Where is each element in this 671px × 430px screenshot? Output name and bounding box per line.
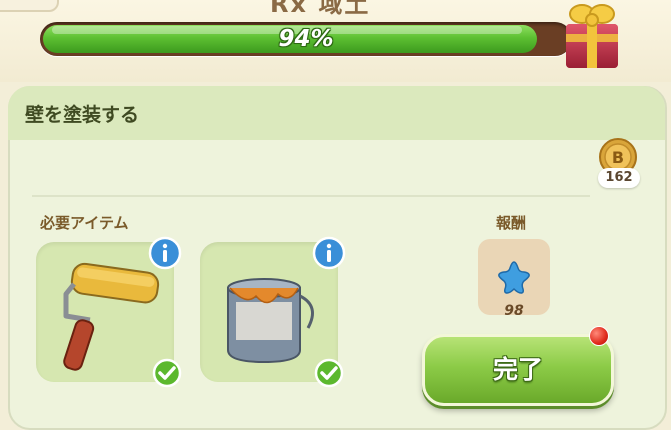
- info-icon[interactable]: [148, 236, 182, 270]
- check-icon: [314, 358, 344, 388]
- complete-button-label: 完了: [492, 355, 543, 384]
- top-tab-edge: [0, 0, 59, 12]
- progress-bar: 94%: [40, 22, 572, 56]
- coin-count: 162: [598, 168, 640, 188]
- required-items-label: 必要アイテム: [40, 214, 129, 232]
- panel-divider: [32, 195, 590, 197]
- notification-dot: [589, 326, 609, 346]
- required-item-slot[interactable]: [200, 236, 346, 388]
- info-icon[interactable]: [312, 236, 346, 270]
- gift-box-icon[interactable]: [560, 0, 624, 72]
- complete-button[interactable]: 完了: [422, 334, 614, 406]
- reward-label: 報酬: [496, 214, 527, 232]
- progress-label: 94%: [278, 26, 334, 52]
- paint-roller-icon: [63, 262, 160, 371]
- blue-star-icon: [498, 261, 530, 294]
- area-title: Rx 域土: [270, 0, 371, 18]
- task-title: 壁を塗装する: [25, 104, 140, 126]
- required-item-slot[interactable]: [36, 236, 182, 388]
- svg-text:B: B: [612, 148, 624, 167]
- check-icon: [152, 358, 182, 388]
- reward-count: 98: [504, 303, 524, 319]
- paint-can-icon: [227, 278, 314, 364]
